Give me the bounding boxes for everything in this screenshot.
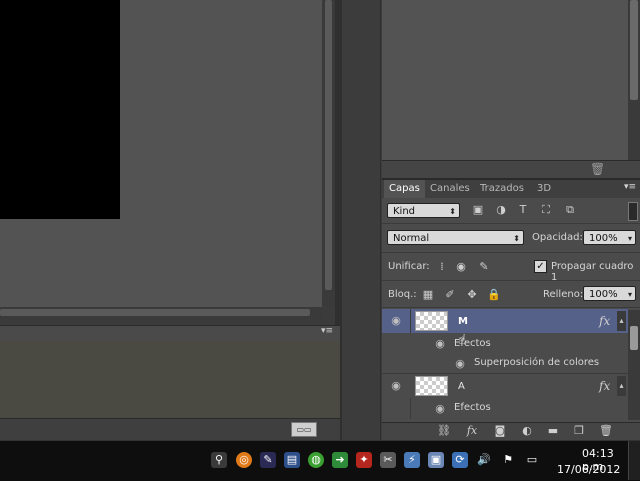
add-mask-icon[interactable]: ◙ [493,424,507,438]
fill-field[interactable]: 100% ▾ [583,286,636,301]
orange-app-icon[interactable]: ◎ [236,452,252,468]
blend-mode-select[interactable]: Normal ⬍ [387,230,524,245]
divider [382,307,640,308]
unify-position-icon[interactable]: ⁞ [435,260,449,274]
tab-3d[interactable]: 3D [532,180,556,198]
fx-icon[interactable]: fx [599,379,610,393]
pixel-filter-icon[interactable]: ▣ [471,203,485,217]
hand-cursor-icon: ☝ [458,332,467,348]
opacity-field[interactable]: 100% ▾ [583,230,636,245]
canvas-horizontal-scroll-thumb[interactable] [0,309,310,316]
upper-right-scroll-thumb[interactable] [630,0,638,100]
trash-icon[interactable]: 🗑 [590,162,605,176]
chevron-down-icon[interactable]: ▾ [628,231,632,246]
kind-filter-select[interactable]: Kind ⬍ [387,203,460,218]
clock-date[interactable]: 17/06/2012 [557,463,620,476]
panel-dock-gap [342,0,380,440]
pen-app-icon[interactable]: ✎ [260,452,276,468]
show-desktop-button[interactable] [628,441,640,480]
chevron-down-icon[interactable]: ▾ [628,287,632,302]
type-filter-icon[interactable]: T [516,203,530,217]
visibility-eye-icon[interactable]: ◉ [433,337,447,350]
display-icon[interactable]: ▭ [524,452,540,468]
document-canvas[interactable] [0,0,120,219]
divider [382,252,640,253]
opacity-value: 100% [589,233,618,244]
opacity-label: Opacidad: [532,232,583,243]
layer-thumbnail[interactable] [415,311,448,331]
flag-icon[interactable]: ⚑ [500,452,516,468]
layer-name[interactable]: M [458,316,468,327]
unify-label: Unificar: [388,261,430,272]
tools-icon[interactable]: ✂ [380,452,396,468]
divider [382,280,640,281]
network-icon[interactable]: ◍ [308,452,324,468]
tab-trazados[interactable]: Trazados [475,180,529,198]
unify-style-icon[interactable]: ✎ [477,260,491,274]
photo-icon[interactable]: ▣ [428,452,444,468]
timeline-panel-menu-icon[interactable]: ▾≡ [321,326,338,336]
new-layer-icon[interactable]: ❐ [572,424,586,438]
lock-move-icon[interactable]: ✥ [465,288,479,302]
kind-filter-value: Kind [393,206,416,217]
collapse-effects-icon[interactable]: ▴ [617,311,626,331]
layers-scroll-thumb[interactable] [630,326,638,350]
tab-canales[interactable]: Canales [425,180,475,198]
effects-label: Efectos [454,402,491,413]
chevron-updown-icon: ⬍ [513,234,520,243]
lock-all-icon[interactable]: 🔒 [487,288,501,302]
lock-label: Bloq.: [388,289,417,300]
visibility-eye-icon[interactable]: ◉ [433,402,447,415]
green-arrow-icon[interactable]: ➜ [332,452,348,468]
divider [382,223,640,224]
layer-name[interactable]: A [458,381,465,392]
canvas-vertical-scroll-thumb[interactable] [325,0,332,290]
effects-row[interactable] [382,333,628,353]
fx-icon[interactable]: fx [599,314,610,328]
chevron-updown-icon: ⬍ [449,207,456,216]
panel-menu-icon[interactable]: ▾≡ [624,182,636,192]
pin-icon[interactable]: ⚲ [211,452,227,468]
timeline-panel-header [0,325,340,341]
layer-thumbnail[interactable] [415,376,448,396]
visibility-eye-icon[interactable]: ◉ [389,379,403,392]
timeline-panel-footer [0,418,340,441]
tab-capas[interactable]: Capas [384,180,425,198]
convert-timeline-icon[interactable]: ▭▭ [291,422,317,437]
smart-object-filter-icon[interactable]: ⧉ [563,203,577,217]
fill-value: 100% [589,289,618,300]
propagate-checkbox[interactable]: ✓ [534,260,547,273]
effect-label: Superposición de colores [474,357,600,368]
new-group-icon[interactable]: ▬ [546,424,560,438]
adjustment-filter-icon[interactable]: ◑ [494,203,508,217]
lock-brush-icon[interactable]: ✐ [443,288,457,302]
adjustment-layer-icon[interactable]: ◐ [520,424,534,438]
link-layers-icon[interactable]: ⛓ [437,424,451,438]
acrobat-icon[interactable]: ✦ [356,452,372,468]
updater-icon[interactable]: ⟳ [452,452,468,468]
delete-layer-icon[interactable]: 🗑 [599,424,613,438]
upper-right-panel [382,0,628,160]
lock-transparent-icon[interactable]: ▦ [421,288,435,302]
add-style-icon[interactable]: fx [465,424,479,438]
visibility-eye-icon[interactable]: ◉ [389,314,403,327]
volume-icon[interactable]: 🔊 [476,452,492,468]
collapse-effects-icon[interactable]: ▴ [617,376,626,396]
blend-mode-value: Normal [393,233,430,244]
timeline-panel-body[interactable] [0,341,340,418]
unify-visibility-icon[interactable]: ◉ [454,260,468,274]
vpn-icon[interactable]: ⚡ [404,452,420,468]
fill-label: Relleno: [543,289,584,300]
filter-toggle-switch[interactable] [628,202,638,221]
shape-filter-icon[interactable]: ⛶ [539,203,553,217]
visibility-eye-icon[interactable]: ◉ [453,357,467,370]
paint-icon[interactable]: ▤ [284,452,300,468]
